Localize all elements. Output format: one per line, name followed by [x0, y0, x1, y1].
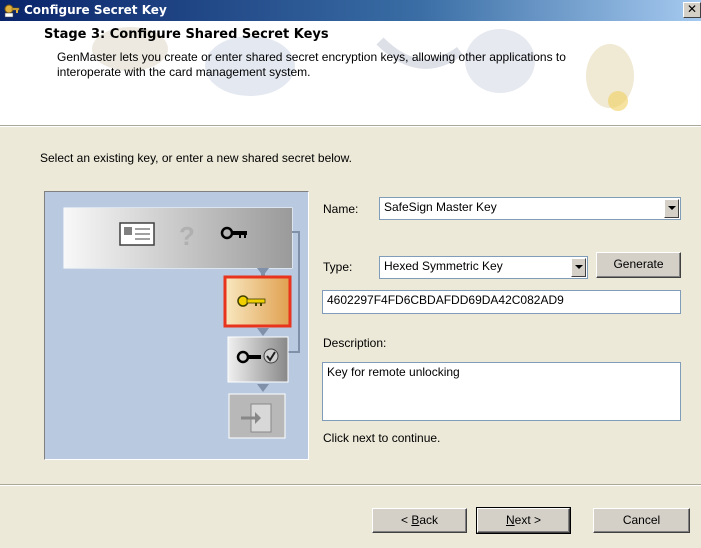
- back-button-prefix: <: [400, 513, 412, 527]
- type-combobox-value: Hexed Symmetric Key: [384, 259, 503, 273]
- workflow-diagram: ?: [63, 207, 300, 439]
- back-button-label: ack: [419, 513, 439, 527]
- close-button[interactable]: ✕: [683, 2, 701, 18]
- header-divider-highlight: [0, 126, 701, 127]
- instruction-text: Select an existing key, or enter a new s…: [40, 151, 352, 165]
- stage-title: Stage 3: Configure Shared Secret Keys: [44, 27, 329, 42]
- description-textarea[interactable]: Key for remote unlocking: [322, 362, 681, 421]
- wizard-header: Stage 3: Configure Shared Secret Keys Ge…: [0, 21, 701, 125]
- title-bar: Configure Secret Key ✕: [0, 0, 701, 21]
- type-combobox[interactable]: Hexed Symmetric Key: [379, 256, 588, 279]
- continue-hint: Click next to continue.: [323, 431, 441, 445]
- name-label: Name:: [323, 202, 359, 216]
- back-button[interactable]: < Back: [372, 508, 467, 533]
- next-button-accelerator: N: [505, 513, 515, 527]
- description-label: Description:: [323, 336, 387, 350]
- key-window-icon: [4, 4, 20, 18]
- question-mark-icon: ?: [179, 221, 195, 251]
- workflow-illustration: ?: [44, 191, 309, 460]
- window-title: Configure Secret Key: [24, 3, 167, 17]
- name-combobox-value: SafeSign Master Key: [384, 200, 497, 214]
- next-button-label: ext >: [514, 513, 542, 527]
- generate-button[interactable]: Generate: [596, 252, 681, 278]
- close-icon: ✕: [686, 2, 698, 16]
- id-card-icon: [119, 222, 155, 246]
- footer-divider-highlight: [0, 485, 701, 486]
- cancel-button[interactable]: Cancel: [593, 508, 690, 533]
- stage-description-line-1: GenMaster lets you create or enter share…: [57, 50, 566, 64]
- key-value-input[interactable]: 4602297F4FD6CBDAFDD69DA42C082AD9: [322, 290, 681, 314]
- configure-secret-key-dialog: Configure Secret Key ✕ Stage 3: Configur…: [0, 0, 701, 548]
- type-label: Type:: [323, 260, 353, 274]
- next-button[interactable]: Next >: [476, 507, 571, 534]
- stage-description-line-2: interoperate with the card management sy…: [57, 65, 311, 79]
- chevron-down-icon[interactable]: [571, 258, 586, 277]
- stage-description: GenMaster lets you create or enter share…: [57, 50, 701, 80]
- name-combobox[interactable]: SafeSign Master Key: [379, 197, 681, 220]
- chevron-down-icon[interactable]: [664, 199, 679, 218]
